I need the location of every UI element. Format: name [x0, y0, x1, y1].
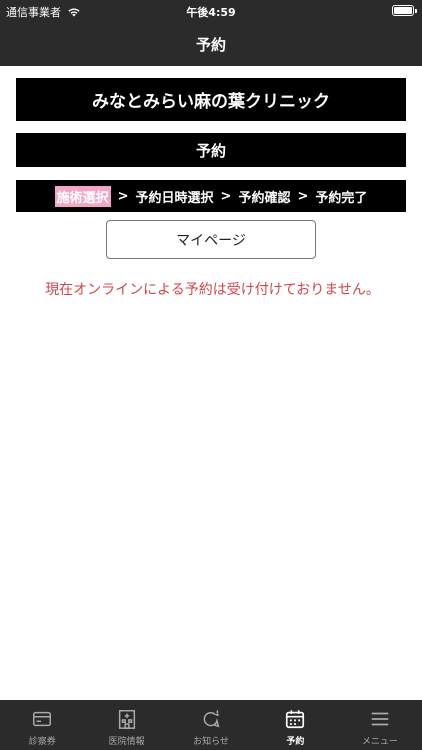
section-title: 予約: [16, 133, 406, 167]
step-complete: 予約完了: [315, 190, 368, 206]
step-separator: >: [297, 188, 309, 204]
mypage-button[interactable]: マイページ: [106, 220, 316, 259]
reservation-steps: 施術選択 > 予約日時選択 > 予約確認 > 予約完了: [16, 180, 406, 212]
tab-label: 予約: [286, 737, 305, 747]
tab-news[interactable]: お知らせ: [169, 700, 253, 750]
menu-icon: [371, 712, 389, 726]
nav-title: 予約: [195, 35, 226, 54]
status-time: 午後4:59: [186, 6, 236, 19]
calendar-icon: [286, 710, 305, 729]
navigation-bar: 予約: [0, 22, 422, 66]
notification-icon: [203, 710, 220, 728]
notice-message: 現在オンラインによる予約は受け付けておりません。: [45, 282, 380, 298]
step-treatment-selection: 施術選択: [54, 185, 111, 207]
battery-icon: [392, 5, 417, 16]
step-confirmation: 予約確認: [238, 190, 291, 206]
tab-patient-card[interactable]: 診察券: [0, 700, 84, 750]
tab-menu[interactable]: メニュー: [338, 700, 422, 750]
tab-clinic-info[interactable]: 医院情報: [84, 700, 168, 750]
tab-label: メニュー: [361, 737, 398, 747]
step-separator: >: [117, 188, 129, 204]
step-datetime-selection: 予約日時選択: [135, 190, 214, 206]
tab-label: お知らせ: [193, 737, 229, 747]
hospital-icon: [118, 710, 135, 729]
tab-label: 医院情報: [108, 737, 145, 747]
step-separator: >: [220, 188, 232, 204]
tab-reservation[interactable]: 予約: [253, 700, 337, 750]
card-icon: [33, 711, 52, 727]
tab-label: 診察券: [28, 737, 56, 747]
status-bar: 通信事業者 午後4:59: [0, 0, 422, 22]
clinic-name-banner: みなとみらい麻の葉クリニック: [16, 78, 406, 121]
tab-bar: 診察券 医院情報 お知らせ 予約 メニュー: [0, 700, 422, 750]
